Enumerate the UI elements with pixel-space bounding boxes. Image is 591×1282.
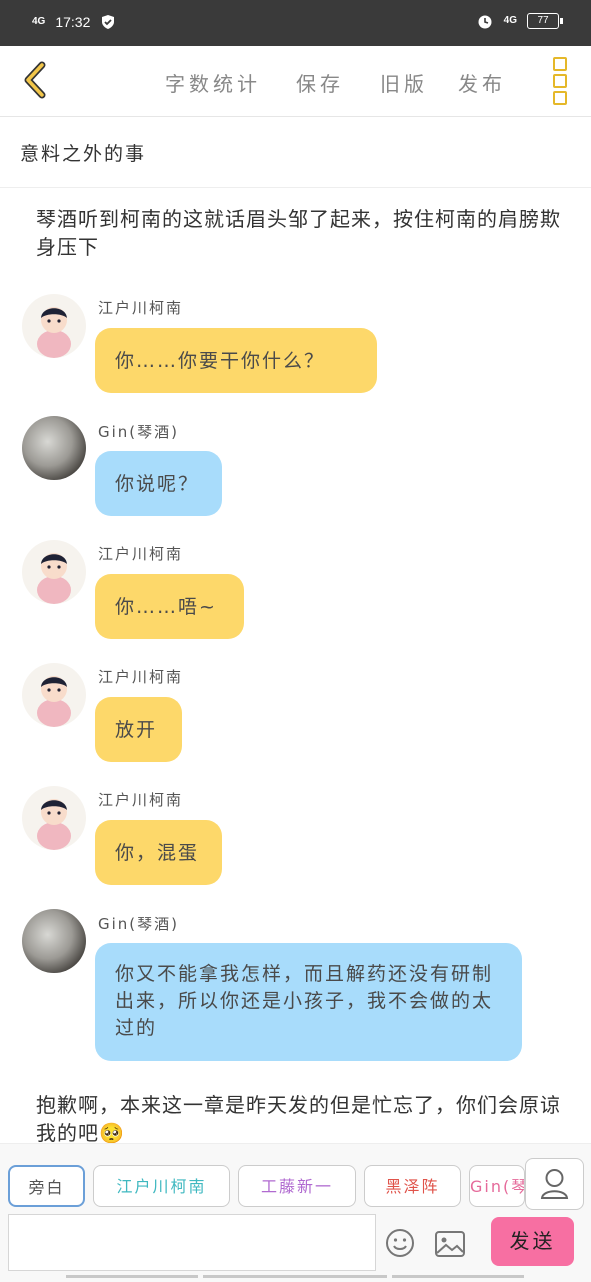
add-role-button[interactable]: [525, 1158, 584, 1210]
role-button-kudo[interactable]: 工藤新一: [238, 1165, 356, 1207]
gin-avatar: [22, 416, 86, 480]
word-count-button[interactable]: 字数统计: [165, 68, 261, 97]
nav-indicator: [203, 1275, 387, 1278]
send-button[interactable]: 发送: [491, 1217, 574, 1266]
message-input[interactable]: [8, 1214, 376, 1271]
back-arrow-icon[interactable]: [18, 60, 52, 100]
network-indicator-left: 4G: [32, 16, 46, 27]
network-indicator-right: 4G: [503, 15, 517, 26]
battery-indicator: 77: [527, 13, 563, 29]
conan-avatar: [22, 294, 86, 358]
publish-button[interactable]: 发布: [458, 68, 506, 97]
speaker-name: 江户川柯南: [98, 668, 184, 686]
clock: 17:32: [55, 14, 91, 30]
conan-avatar: [22, 540, 86, 604]
status-bar: 4G 17:32 4G 77: [0, 0, 591, 46]
author-note-text: 抱歉啊，本来这一章是昨天发的但是忙忘了，你们会原谅我的吧🥺: [36, 1093, 561, 1145]
more-menu-icon[interactable]: [550, 57, 570, 105]
message-bubble[interactable]: 你说呢？: [95, 451, 222, 516]
alarm-icon: [478, 15, 492, 29]
message-bubble[interactable]: 你……唔~: [95, 574, 244, 639]
save-button[interactable]: 保存: [296, 68, 344, 97]
role-selector-panel: 旁白 江户川柯南 工藤新一 黑泽阵 Gin(琴酒) 发送: [0, 1143, 591, 1282]
divider: [0, 187, 591, 188]
gin-avatar: [22, 909, 86, 973]
role-button-conan[interactable]: 江户川柯南: [93, 1165, 230, 1207]
speaker-name: 江户川柯南: [98, 791, 184, 809]
conan-avatar: [22, 786, 86, 850]
nav-indicator: [66, 1275, 198, 1278]
message-bubble[interactable]: 你，混蛋: [95, 820, 222, 885]
role-button-kurosawa[interactable]: 黑泽阵: [364, 1165, 461, 1207]
story-title[interactable]: 意料之外的事: [20, 139, 146, 166]
role-button-narrator[interactable]: 旁白: [8, 1165, 85, 1207]
role-button-gin[interactable]: Gin(琴酒): [469, 1165, 525, 1207]
speaker-name: 江户川柯南: [98, 299, 184, 317]
message-bubble[interactable]: 你又不能拿我怎样，而且解药还没有研制出来，所以你还是小孩子，我不会做的太过的: [95, 943, 522, 1061]
speaker-name: Gin(琴酒): [98, 915, 180, 933]
shield-icon: [102, 15, 115, 29]
narration-text: 琴酒听到柯南的这就话眉头邹了起来，按住柯南的肩膀欺身压下: [36, 207, 561, 259]
speaker-name: Gin(琴酒): [98, 423, 180, 441]
message-bubble[interactable]: 你……你要干你什么？: [95, 328, 377, 393]
editor-toolbar: 字数统计 保存 旧版 发布: [0, 46, 591, 117]
nav-indicator: [392, 1275, 524, 1278]
emoji-icon[interactable]: [385, 1228, 415, 1258]
user-icon: [540, 1169, 569, 1199]
speaker-name: 江户川柯南: [98, 545, 184, 563]
conan-avatar: [22, 663, 86, 727]
image-icon[interactable]: [434, 1230, 466, 1258]
old-version-button[interactable]: 旧版: [380, 68, 428, 97]
message-bubble[interactable]: 放开: [95, 697, 182, 762]
